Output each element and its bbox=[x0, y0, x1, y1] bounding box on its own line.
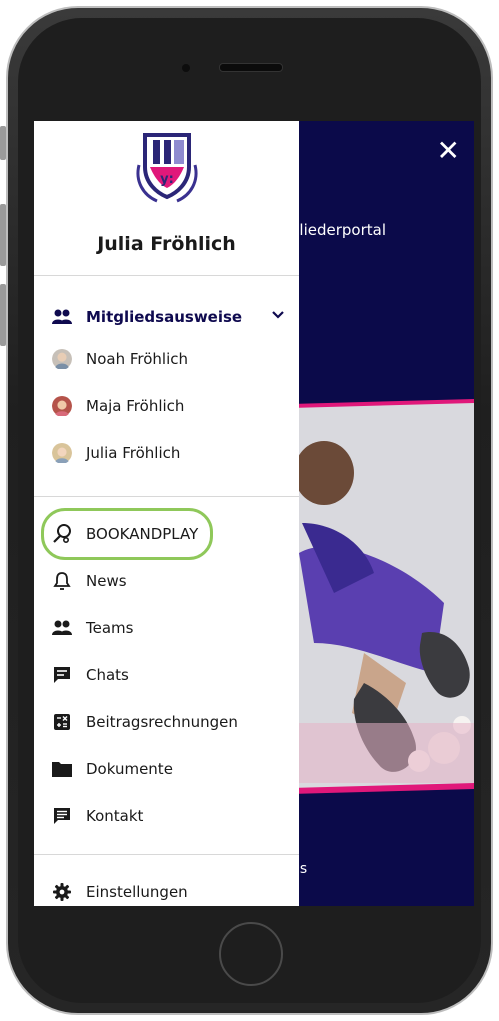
folder-icon bbox=[52, 759, 72, 779]
menu-item-settings[interactable]: Einstellungen bbox=[52, 877, 188, 906]
avatar bbox=[52, 443, 72, 463]
chevron-down-icon[interactable] bbox=[270, 307, 286, 323]
menu-item-label: Chats bbox=[86, 666, 129, 684]
chat-icon bbox=[52, 665, 72, 685]
member-name: Maja Fröhlich bbox=[86, 397, 185, 415]
member-name: Julia Fröhlich bbox=[86, 444, 181, 462]
menu-item-label: Dokumente bbox=[86, 760, 173, 778]
home-button[interactable] bbox=[219, 922, 283, 986]
people-icon bbox=[52, 618, 72, 638]
menu-item-bookandplay[interactable]: BOOKANDPLAY bbox=[52, 519, 198, 549]
racket-icon bbox=[52, 524, 72, 544]
member-name: Noah Fröhlich bbox=[86, 350, 189, 368]
menu-item-contact[interactable]: Kontakt bbox=[52, 801, 143, 831]
menu-item-label: News bbox=[86, 572, 127, 590]
menu-item-news[interactable]: News bbox=[52, 566, 127, 596]
menu-item-label: Einstellungen bbox=[86, 883, 188, 901]
navigation-drawer: y: Julia Fröhlich Mitgliedsausweise Noah… bbox=[34, 121, 299, 906]
svg-text:y:: y: bbox=[160, 172, 174, 187]
menu-item-documents[interactable]: Dokumente bbox=[52, 754, 173, 784]
menu-item-label: Beitragsrechnungen bbox=[86, 713, 238, 731]
mute-switch bbox=[0, 126, 6, 160]
bell-icon bbox=[52, 571, 72, 591]
background-page-title: tgliederportal bbox=[284, 221, 386, 239]
volume-up-button bbox=[0, 204, 6, 266]
menu-item-contribution-invoices[interactable]: Beitragsrechnungen bbox=[52, 707, 238, 737]
menu-item-teams[interactable]: Teams bbox=[52, 613, 133, 643]
member-julia[interactable]: Julia Fröhlich bbox=[52, 438, 180, 468]
calculator-icon bbox=[52, 712, 72, 732]
menu-item-label: Teams bbox=[86, 619, 134, 637]
app-screen: ✕ tgliederportal is y: Julia Fröhlich Mi… bbox=[34, 121, 474, 906]
menu-item-label: BOOKANDPLAY bbox=[86, 525, 199, 543]
divider bbox=[34, 275, 299, 276]
divider bbox=[34, 496, 299, 497]
user-name: Julia Fröhlich bbox=[97, 233, 236, 255]
membership-label: Mitgliedsausweise bbox=[86, 308, 243, 326]
avatar bbox=[52, 349, 72, 369]
club-logo: y: bbox=[136, 133, 198, 203]
message-icon bbox=[52, 806, 72, 826]
people-icon bbox=[52, 307, 72, 327]
member-maja[interactable]: Maja Fröhlich bbox=[52, 391, 184, 421]
volume-down-button bbox=[0, 284, 6, 346]
avatar bbox=[52, 396, 72, 416]
menu-item-label: Kontakt bbox=[86, 807, 144, 825]
menu-item-chats[interactable]: Chats bbox=[52, 660, 129, 690]
close-icon[interactable]: ✕ bbox=[437, 137, 460, 165]
gear-icon bbox=[52, 882, 72, 902]
front-camera bbox=[182, 64, 190, 72]
membership-cards-toggle[interactable]: Mitgliedsausweise bbox=[52, 302, 242, 332]
divider bbox=[34, 854, 299, 855]
member-noah[interactable]: Noah Fröhlich bbox=[52, 344, 188, 374]
earpiece-speaker bbox=[219, 63, 283, 72]
